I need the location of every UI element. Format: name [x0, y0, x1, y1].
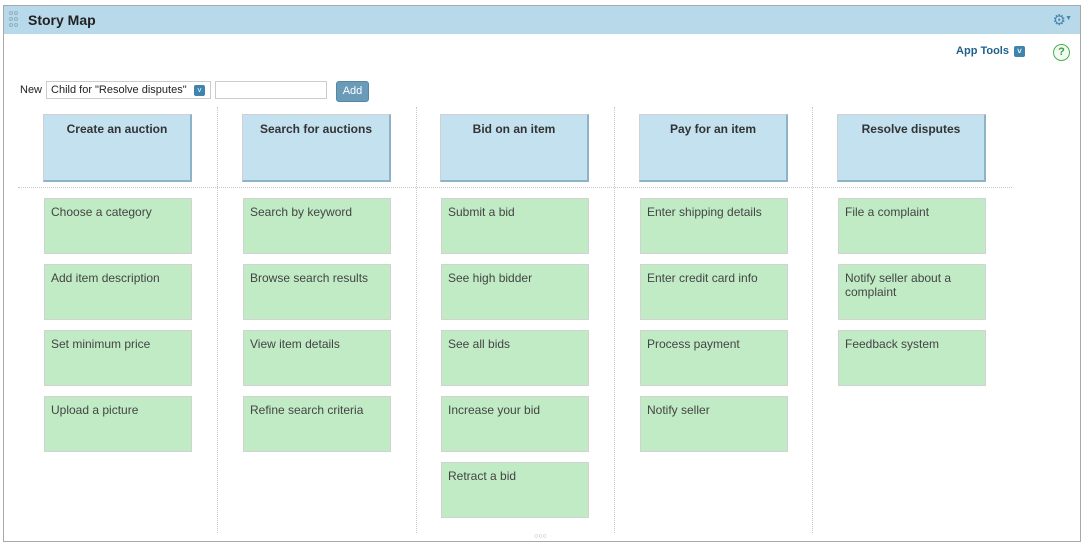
story-card[interactable]: Upload a picture [44, 396, 192, 452]
new-name-input[interactable] [215, 81, 328, 99]
epic-card[interactable]: Create an auction [43, 114, 192, 182]
app-tools-menu[interactable]: App Tools ˅ [956, 45, 1025, 57]
story-column: Pay for an item Enter shipping details E… [639, 114, 788, 452]
story-card[interactable]: See high bidder [441, 264, 589, 320]
story-card[interactable]: Enter credit card info [640, 264, 788, 320]
story-card[interactable]: Feedback system [838, 330, 986, 386]
story-column: Resolve disputes File a complaint Notify… [837, 114, 986, 386]
drag-handle-icon[interactable] [9, 11, 19, 29]
story-card[interactable]: Refine search criteria [243, 396, 391, 452]
story-card[interactable]: Notify seller [640, 396, 788, 452]
story-card[interactable]: Process payment [640, 330, 788, 386]
panel-header: Story Map ⚙ ▼ [4, 6, 1080, 34]
column-divider [217, 107, 218, 533]
gear-icon[interactable]: ⚙ [1053, 11, 1066, 29]
story-card[interactable]: Submit a bid [441, 198, 589, 254]
story-card[interactable]: File a complaint [838, 198, 986, 254]
story-column: Bid on an item Submit a bid See high bid… [440, 114, 589, 518]
new-label: New [20, 84, 43, 96]
panel-title: Story Map [28, 12, 96, 28]
story-card[interactable]: Browse search results [243, 264, 391, 320]
story-card[interactable]: Search by keyword [243, 198, 391, 254]
chevron-down-icon: ˅ [1014, 45, 1025, 57]
story-map-panel: Story Map ⚙ ▼ App Tools ˅ ? New Child fo… [3, 5, 1081, 542]
epic-card[interactable]: Bid on an item [440, 114, 589, 182]
story-card[interactable]: Enter shipping details [640, 198, 788, 254]
app-tools-label: App Tools [956, 45, 1009, 57]
epic-card[interactable]: Search for auctions [242, 114, 391, 182]
epic-card[interactable]: Resolve disputes [837, 114, 986, 182]
new-type-selected: Child for "Resolve disputes" [51, 84, 187, 96]
story-column: Create an auction Choose a category Add … [43, 114, 192, 452]
new-item-row: New Child for "Resolve disputes" ˅ Add [20, 78, 370, 102]
chevron-down-icon[interactable]: ▼ [1065, 15, 1072, 22]
story-card[interactable]: Increase your bid [441, 396, 589, 452]
column-divider [416, 107, 417, 533]
column-divider [614, 107, 615, 533]
story-card[interactable]: Choose a category [44, 198, 192, 254]
story-card[interactable]: Add item description [44, 264, 192, 320]
row-divider [18, 187, 1012, 188]
resize-handle-icon[interactable]: ○○○ [534, 533, 547, 540]
epic-card[interactable]: Pay for an item [639, 114, 788, 182]
story-card[interactable]: See all bids [441, 330, 589, 386]
add-button[interactable]: Add [336, 81, 370, 102]
help-icon[interactable]: ? [1053, 44, 1070, 61]
column-divider [812, 107, 813, 533]
story-card[interactable]: Set minimum price [44, 330, 192, 386]
story-column: Search for auctions Search by keyword Br… [242, 114, 391, 452]
new-type-select[interactable]: Child for "Resolve disputes" ˅ [46, 81, 212, 99]
story-card[interactable]: Notify seller about a complaint [838, 264, 986, 320]
story-card[interactable]: Retract a bid [441, 462, 589, 518]
story-card[interactable]: View item details [243, 330, 391, 386]
chevron-down-icon: ˅ [194, 85, 206, 96]
